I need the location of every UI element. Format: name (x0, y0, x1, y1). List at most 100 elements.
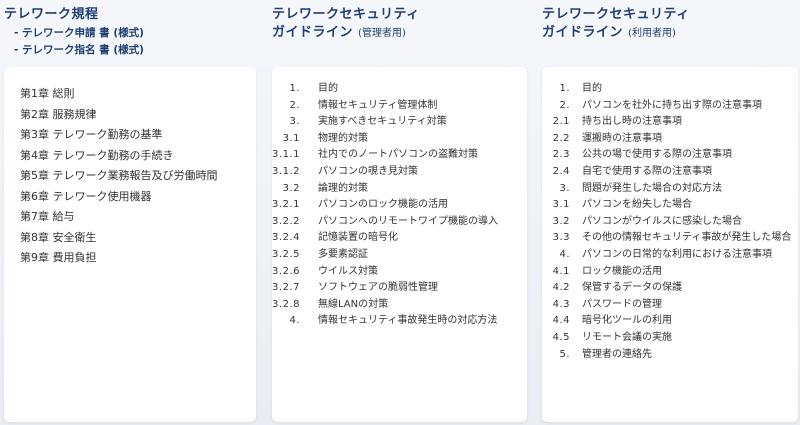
toc-number: 3. (559, 182, 570, 194)
user-toc-list: 1. 目的 2. パソコンを社外に持ち出す際の注意事項 2.1 持ち出し時の注意事項 … (542, 67, 798, 363)
toc-number: 2.3 (552, 149, 570, 161)
toc-item[interactable]: 3.2.4 記憶装置の暗号化 (272, 230, 523, 247)
chapter-item[interactable]: 第6章 テレワーク使用機器 (20, 187, 256, 208)
admin-guideline-title-line1: テレワークセキュリティ (272, 7, 420, 22)
toc-item[interactable]: 4.2 保管するデータの保護 (542, 280, 794, 297)
toc-number: 3.3 (552, 232, 570, 244)
toc-label: ソフトウェアの脆弱性管理 (318, 282, 438, 294)
toc-item[interactable]: 1. 目的 (272, 81, 523, 98)
toc-label: パスワードの管理 (582, 298, 662, 310)
toc-label: 問題が発生した場合の対応方法 (582, 182, 722, 194)
toc-number: 3.2.1 (272, 199, 300, 211)
toc-item[interactable]: 3.2.2 パソコンへのリモートワイプ機能の導入 (272, 214, 523, 231)
user-guideline-header: テレワークセキュリティ ガイドライン (利用者用) (542, 6, 690, 43)
toc-label: パソコンへのリモートワイプ機能の導入 (318, 215, 498, 227)
toc-item[interactable]: 3.2.5 多要素認証 (272, 247, 523, 264)
toc-number: 3.2.7 (272, 282, 300, 294)
toc-item[interactable]: 2.3 公共の場で使用する際の注意事項 (542, 147, 794, 164)
toc-number: 3.1 (282, 132, 300, 144)
toc-item[interactable]: 4.3 パスワードの管理 (542, 297, 794, 314)
toc-number: 2. (289, 99, 300, 111)
toc-label: その他の情報セキュリティ事故が発生した場合 (582, 232, 792, 244)
toc-item[interactable]: 3.1 パソコンを紛失した場合 (542, 197, 794, 214)
chapter-item[interactable]: 第7章 給与 (20, 207, 256, 228)
toc-item[interactable]: 4. 情報セキュリティ事故発生時の対応方法 (272, 313, 523, 330)
chapter-item[interactable]: 第9章 費用負担 (20, 248, 256, 269)
toc-number: 3.1 (552, 199, 570, 211)
toc-number: 2.4 (552, 165, 570, 177)
toc-item[interactable]: 3. 実施すべきセキュリティ対策 (272, 114, 523, 131)
toc-item[interactable]: 4.1 ロック機能の活用 (542, 264, 794, 281)
toc-item[interactable]: 3.2.8 無線LANの対策 (272, 297, 523, 314)
toc-label: 情報セキュリティ事故発生時の対応方法 (318, 315, 498, 327)
admin-guideline-card: 1. 目的 2. 情報セキュリティ管理体制 3. 実施すべきセキュリティ対策 3.1 物… (272, 67, 527, 422)
toc-number: 4.2 (552, 282, 570, 294)
toc-item[interactable]: 3.3 その他の情報セキュリティ事故が発生した場合 (542, 230, 794, 247)
toc-number: 4. (289, 315, 300, 327)
toc-number: 4.3 (552, 298, 570, 310)
form-item-application[interactable]: - テレワーク申請 書 (様式) (4, 25, 144, 42)
toc-label: 保管するデータの保護 (582, 282, 682, 294)
chapter-item[interactable]: 第1章 総則 (20, 84, 256, 105)
toc-label: パソコンがウイルスに感染した場合 (582, 215, 742, 227)
user-guideline-audience: (利用者用) (628, 28, 676, 39)
toc-item[interactable]: 4. パソコンの日常的な利用における注意事項 (542, 247, 794, 264)
toc-label: パソコンのロック機能の活用 (318, 199, 448, 211)
toc-item[interactable]: 3.2.7 ソフトウェアの脆弱性管理 (272, 280, 523, 297)
toc-label: 情報セキュリティ管理体制 (318, 99, 438, 111)
toc-label: 目的 (318, 83, 338, 94)
chapter-item[interactable]: 第8章 安全衛生 (20, 228, 256, 249)
toc-number: 2.1 (552, 116, 570, 128)
toc-item[interactable]: 3.1.2 パソコンの覗き見対策 (272, 164, 523, 181)
toc-label: 目的 (582, 83, 602, 94)
toc-item[interactable]: 3. 問題が発生した場合の対応方法 (542, 181, 794, 198)
toc-item[interactable]: 2.2 運搬時の注意事項 (542, 131, 794, 148)
chapter-item[interactable]: 第5章 テレワーク業務報告及び労働時間 (20, 166, 256, 187)
toc-item[interactable]: 2.4 自宅で使用する際の注意事項 (542, 164, 794, 181)
toc-label: 実施すべきセキュリティ対策 (318, 116, 447, 128)
toc-number: 4.5 (552, 331, 570, 343)
toc-item[interactable]: 1. 目的 (542, 81, 794, 98)
chapter-item[interactable]: 第3章 テレワーク勤務の基準 (20, 125, 256, 146)
user-guideline-title-line2: ガイドライン (利用者用) (542, 24, 690, 43)
telework-rules-title: テレワーク規程 (4, 7, 99, 22)
toc-number: 5. (559, 348, 570, 360)
toc-label: パソコンを紛失した場合 (582, 199, 692, 211)
toc-label: 論理的対策 (318, 182, 368, 194)
toc-label: 物理的対策 (318, 132, 368, 144)
toc-number: 3.2.4 (272, 232, 300, 244)
toc-item[interactable]: 3.1 物理的対策 (272, 131, 523, 148)
toc-number: 1. (289, 83, 300, 94)
toc-item[interactable]: 3.2 論理的対策 (272, 181, 523, 198)
user-guideline-title-main: ガイドライン (542, 25, 624, 40)
toc-item[interactable]: 3.2.6 ウイルス対策 (272, 264, 523, 281)
form-item-nomination[interactable]: - テレワーク指名 書 (様式) (4, 42, 144, 59)
toc-label: ロック機能の活用 (582, 265, 662, 277)
toc-label: 暗号化ツールの利用 (582, 315, 672, 327)
toc-item[interactable]: 3.2 パソコンがウイルスに感染した場合 (542, 214, 794, 231)
toc-item[interactable]: 4.5 リモート会議の実施 (542, 330, 794, 347)
toc-number: 3.2 (282, 182, 300, 194)
toc-label: パソコンの日常的な利用における注意事項 (582, 248, 772, 260)
toc-label: 運搬時の注意事項 (582, 132, 662, 144)
toc-label: 多要素認証 (318, 248, 368, 260)
toc-item[interactable]: 3.1.1 社内でのノートパソコンの盗難対策 (272, 147, 523, 164)
toc-item[interactable]: 2. パソコンを社外に持ち出す際の注意事項 (542, 98, 794, 115)
toc-item[interactable]: 2. 情報セキュリティ管理体制 (272, 98, 523, 115)
toc-item[interactable]: 4.4 暗号化ツールの利用 (542, 313, 794, 330)
toc-number: 2. (559, 99, 570, 111)
form-list: - テレワーク申請 書 (様式) - テレワーク指名 書 (様式) (4, 25, 144, 59)
chapter-item[interactable]: 第4章 テレワーク勤務の手続き (20, 146, 256, 167)
toc-item[interactable]: 5. 管理者の連絡先 (542, 347, 794, 364)
toc-item[interactable]: 3.2.1 パソコンのロック機能の活用 (272, 197, 523, 214)
toc-label: 記憶装置の暗号化 (318, 232, 398, 244)
chapter-item[interactable]: 第2章 服務規律 (20, 105, 256, 126)
toc-number: 4. (559, 248, 570, 260)
toc-number: 4.1 (552, 265, 570, 277)
toc-number: 3.2.6 (272, 265, 300, 277)
toc-number: 3.2.5 (272, 248, 300, 260)
toc-label: リモート会議の実施 (582, 331, 672, 343)
toc-number: 3.2.2 (272, 215, 300, 227)
toc-label: ウイルス対策 (318, 265, 378, 277)
toc-item[interactable]: 2.1 持ち出し時の注意事項 (542, 114, 794, 131)
